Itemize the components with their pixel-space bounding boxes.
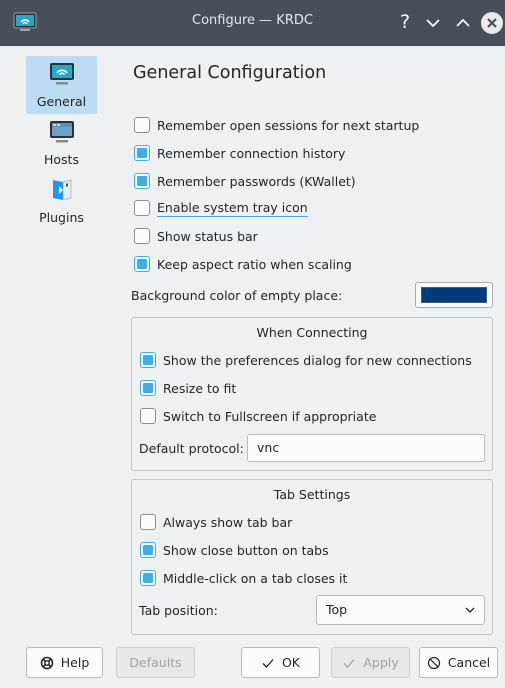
minimize-icon[interactable] — [421, 11, 445, 35]
tab-position-select[interactable]: Top — [316, 595, 485, 625]
middle-click-closes-checkbox[interactable]: Middle-click on a tab closes it — [140, 568, 347, 588]
checkbox-label: Keep aspect ratio when scaling — [157, 256, 352, 272]
help-button-label: Help — [60, 655, 90, 670]
apply-button[interactable]: Apply — [331, 647, 410, 678]
group-title: When Connecting — [256, 325, 368, 340]
checkbox-box[interactable] — [134, 256, 150, 272]
checkbox-box[interactable] — [134, 228, 150, 244]
color-swatch — [421, 287, 487, 303]
background-color-label: Background color of empty place: — [131, 288, 343, 303]
checkbox-box[interactable] — [134, 117, 150, 133]
system-tray-checkbox[interactable]: Enable system tray icon — [134, 198, 308, 218]
close-button-on-tabs-checkbox[interactable]: Show close button on tabs — [140, 540, 329, 560]
checkbox-label: Show status bar — [157, 228, 258, 244]
network-monitor-icon — [50, 63, 74, 85]
remember-sessions-checkbox[interactable]: Remember open sessions for next startup — [134, 115, 419, 135]
defaults-button-label: Defaults — [129, 655, 182, 670]
close-icon[interactable] — [481, 12, 503, 34]
fullscreen-checkbox[interactable]: Switch to Fullscreen if appropriate — [140, 406, 376, 426]
checkbox-box[interactable] — [140, 570, 156, 586]
checkbox-box[interactable] — [140, 542, 156, 558]
cancel-button-label: Cancel — [447, 655, 491, 670]
page-title: General Configuration — [133, 63, 327, 83]
checkbox-label: Middle-click on a tab closes it — [163, 570, 348, 586]
checkbox-label: Show the preferences dialog for new conn… — [163, 352, 472, 368]
sidebar-item-plugins[interactable]: Plugins — [26, 172, 97, 230]
checkbox-label: Always show tab bar — [163, 514, 293, 530]
checkbox-box[interactable] — [140, 380, 156, 396]
default-protocol-label: Default protocol: — [139, 441, 244, 456]
sidebar-item-label: Hosts — [44, 152, 79, 167]
status-bar-checkbox[interactable]: Show status bar — [134, 226, 258, 246]
sidebar-item-hosts[interactable]: Hosts — [26, 114, 97, 172]
remember-history-checkbox[interactable]: Remember connection history — [134, 143, 345, 163]
sidebar-item-label: General — [36, 94, 87, 109]
apply-button-label: Apply — [363, 655, 399, 670]
lifebuoy-icon — [40, 656, 54, 669]
chevron-down-icon — [465, 607, 475, 613]
cancel-icon — [427, 656, 440, 669]
title-bar: Configure — KRDC ? — [0, 0, 505, 46]
checkbox-box[interactable] — [134, 200, 150, 216]
show-preferences-checkbox[interactable]: Show the preferences dialog for new conn… — [140, 350, 472, 370]
checkbox-label: Remember connection history — [157, 145, 346, 161]
ok-button[interactable]: OK — [241, 647, 320, 678]
checkbox-box[interactable] — [134, 145, 150, 161]
checkbox-label: Enable system tray icon — [157, 199, 308, 217]
checkbox-label: Remember passwords (KWallet) — [157, 173, 356, 189]
sidebar-item-general[interactable]: General — [26, 56, 97, 114]
ok-button-label: OK — [281, 655, 301, 670]
checkmark-icon — [343, 658, 355, 668]
checkbox-box[interactable] — [134, 173, 150, 189]
group-title: Tab Settings — [273, 487, 351, 502]
checkmark-icon — [262, 658, 274, 668]
checkbox-box[interactable] — [140, 408, 156, 424]
aspect-ratio-checkbox[interactable]: Keep aspect ratio when scaling — [134, 254, 352, 274]
help-question-icon[interactable]: ? — [393, 11, 417, 35]
help-button[interactable]: Help — [26, 647, 103, 678]
hosts-monitor-icon — [50, 121, 74, 143]
maximize-icon[interactable] — [451, 11, 475, 35]
checkbox-box[interactable] — [140, 352, 156, 368]
sidebar-item-label: Plugins — [39, 210, 84, 225]
checkbox-label: Resize to fit — [163, 380, 237, 396]
always-show-tab-bar-checkbox[interactable]: Always show tab bar — [140, 512, 292, 532]
remember-passwords-checkbox[interactable]: Remember passwords (KWallet) — [134, 171, 356, 191]
resize-to-fit-checkbox[interactable]: Resize to fit — [140, 378, 236, 398]
cancel-button[interactable]: Cancel — [419, 647, 498, 678]
plugins-icon — [53, 179, 72, 201]
default-protocol-input[interactable]: vnc — [247, 434, 485, 462]
checkbox-label: Show close button on tabs — [163, 542, 329, 558]
background-color-button[interactable] — [415, 282, 493, 308]
tab-position-value: Top — [326, 602, 348, 617]
checkbox-label: Switch to Fullscreen if appropriate — [163, 408, 377, 424]
checkbox-label: Remember open sessions for next startup — [157, 117, 420, 133]
checkbox-box[interactable] — [140, 514, 156, 530]
tab-position-label: Tab position: — [139, 603, 218, 618]
defaults-button[interactable]: Defaults — [116, 647, 195, 678]
